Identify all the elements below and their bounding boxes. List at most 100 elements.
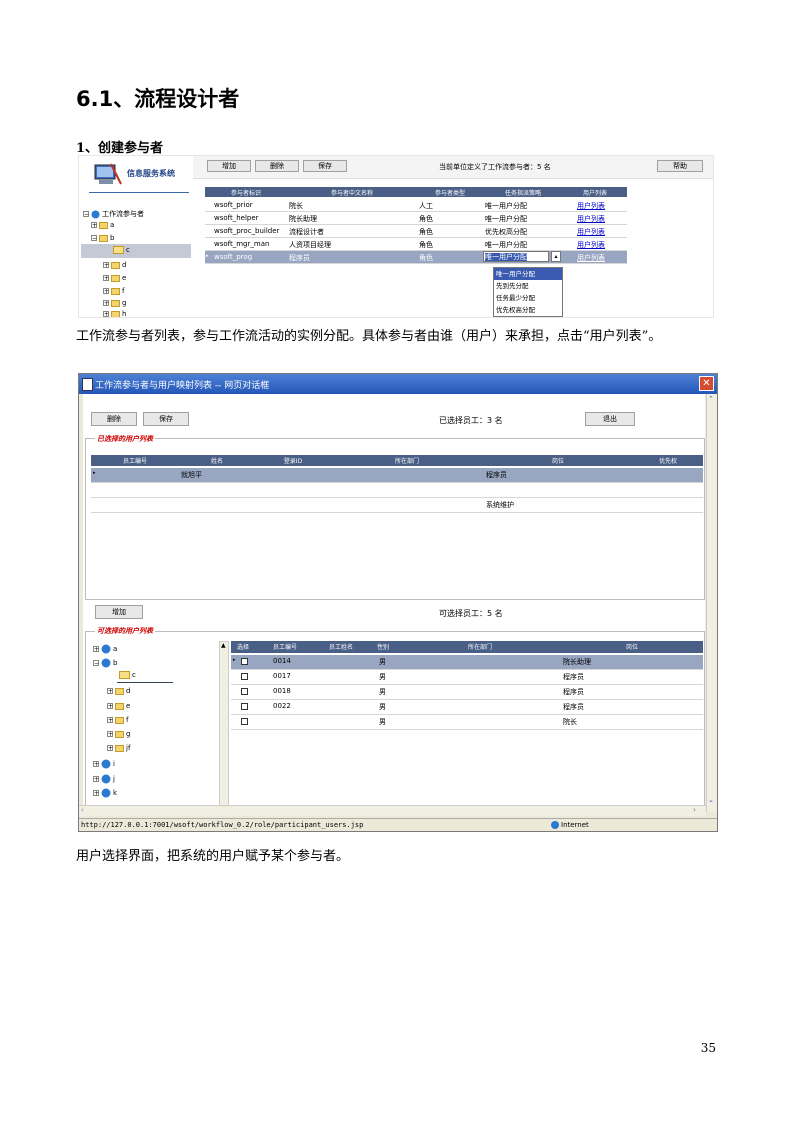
- expand-icon[interactable]: +: [93, 790, 99, 797]
- toolbar: 增加 删除 保存 当前单位定义了工作流参与者：5 名 帮助: [193, 156, 713, 179]
- vertical-scrollbar[interactable]: ⌃ ⌄: [706, 394, 717, 812]
- tree-item-e[interactable]: + e: [103, 274, 126, 282]
- expand-icon[interactable]: +: [103, 262, 109, 269]
- user-list-link[interactable]: 用户列表: [577, 253, 605, 263]
- tree-item-h[interactable]: + h: [103, 310, 126, 317]
- add-button[interactable]: 增加: [207, 160, 251, 172]
- available-row[interactable]: 0018 男 程序员: [231, 685, 703, 700]
- available-row[interactable]: 0017 男 程序员: [231, 670, 703, 685]
- tree-item-c[interactable]: c: [113, 246, 130, 254]
- available-row[interactable]: 男 院长: [231, 715, 703, 730]
- expand-icon[interactable]: +: [91, 222, 97, 229]
- user-list-link[interactable]: 用户列表: [577, 240, 605, 250]
- scroll-left-icon[interactable]: ‹: [81, 806, 84, 814]
- tree-label: d: [122, 261, 127, 269]
- employee-number: 0018: [273, 687, 291, 695]
- dropdown-option[interactable]: 先到先分配: [494, 280, 562, 292]
- available-row[interactable]: 0022 男 程序员: [231, 700, 703, 715]
- employee-post: 程序员: [563, 673, 584, 681]
- save-button[interactable]: 保存: [303, 160, 347, 172]
- select-checkbox[interactable]: [241, 688, 248, 695]
- tree-item-d[interactable]: + d: [107, 687, 130, 695]
- column-header: 性别: [376, 644, 389, 651]
- employee-post: 院长: [563, 718, 577, 726]
- horizontal-scrollbar[interactable]: ‹ ›: [79, 805, 706, 816]
- delete-button[interactable]: 删除: [91, 412, 137, 426]
- expand-icon[interactable]: +: [107, 717, 113, 724]
- expand-icon[interactable]: +: [107, 688, 113, 695]
- expand-icon[interactable]: +: [107, 731, 113, 738]
- save-button[interactable]: 保存: [143, 412, 189, 426]
- table-row[interactable]: wsoft_helper 院长助理 角色 唯一用户分配 用户列表: [205, 212, 627, 225]
- select-checkbox[interactable]: [241, 673, 248, 680]
- expand-icon[interactable]: +: [103, 300, 109, 307]
- tree-item-d[interactable]: + d: [103, 261, 126, 269]
- tree-item-a[interactable]: + a: [91, 221, 114, 229]
- user-list-link[interactable]: 用户列表: [577, 201, 605, 211]
- selected-row[interactable]: [91, 483, 703, 498]
- help-button[interactable]: 帮助: [657, 160, 703, 172]
- strategy-select[interactable]: 唯一用户分配: [483, 251, 549, 262]
- expand-icon[interactable]: +: [103, 275, 109, 282]
- tree-item-f[interactable]: + f: [103, 287, 124, 295]
- selected-row[interactable]: ▸ 就旭平 程序员: [91, 468, 703, 483]
- table-row[interactable]: wsoft_proc_builder 流程设计者 角色 优先权高分配 用户列表: [205, 225, 627, 238]
- user-name: 就旭平: [181, 471, 202, 479]
- scroll-up-icon[interactable]: ⌃: [708, 395, 714, 403]
- tree-root-label: 工作流参与者: [102, 210, 144, 218]
- tree-item-e[interactable]: + e: [107, 702, 130, 710]
- dropdown-option[interactable]: 唯一用户分配: [494, 268, 562, 280]
- globe-icon: [101, 788, 111, 798]
- tree-item-b[interactable]: − b: [91, 234, 114, 242]
- tree-item-jf[interactable]: + jf: [107, 744, 130, 752]
- tree-item-j[interactable]: + j: [93, 774, 115, 784]
- expand-icon[interactable]: +: [93, 776, 99, 783]
- select-checkbox[interactable]: [241, 703, 248, 710]
- scroll-right-icon[interactable]: ›: [693, 806, 696, 814]
- table-row-selected[interactable]: ▸ wsoft_prog 程序员 角色 唯一用户分配 ▴ 用户列表: [205, 251, 627, 264]
- table-row[interactable]: wsoft_mgr_man 人资项目经理 角色 唯一用户分配 用户列表: [205, 238, 627, 251]
- row-pointer-icon: ▸: [206, 253, 209, 259]
- expand-icon[interactable]: +: [103, 311, 109, 317]
- dropdown-option[interactable]: 优先权高分配: [494, 304, 562, 316]
- selected-row[interactable]: 系统维护: [91, 498, 703, 513]
- tree-scrollbar[interactable]: ▲: [219, 641, 229, 811]
- participant-id: wsoft_helper: [214, 214, 259, 222]
- globe-icon: [101, 774, 111, 784]
- tree-item-b[interactable]: − b: [93, 658, 117, 668]
- tree-root[interactable]: − 工作流参与者: [83, 209, 144, 219]
- tree-item-c[interactable]: c: [119, 671, 136, 679]
- expand-icon[interactable]: +: [107, 745, 113, 752]
- expand-icon[interactable]: +: [107, 703, 113, 710]
- delete-button[interactable]: 删除: [255, 160, 299, 172]
- user-list-link[interactable]: 用户列表: [577, 227, 605, 237]
- tree-item-a[interactable]: + a: [93, 644, 117, 654]
- collapse-icon[interactable]: −: [93, 660, 99, 667]
- tree-item-k[interactable]: + k: [93, 788, 117, 798]
- expand-icon[interactable]: +: [103, 288, 109, 295]
- tree-item-g[interactable]: + g: [107, 730, 130, 738]
- globe-icon: [101, 658, 111, 668]
- left-panel: 信息服务系统 − 工作流参与者 + a − b c + d + e + f + g + h: [79, 156, 193, 317]
- expand-icon[interactable]: +: [93, 646, 99, 653]
- tree-item-g[interactable]: + g: [103, 299, 126, 307]
- select-checkbox[interactable]: [241, 718, 248, 725]
- dropdown-arrow-icon[interactable]: ▴: [551, 251, 561, 262]
- add-button[interactable]: 增加: [95, 605, 143, 619]
- available-row[interactable]: ▸ 0014 男 院长助理: [231, 655, 703, 670]
- collapse-icon[interactable]: −: [91, 235, 97, 242]
- tree-item-f[interactable]: + f: [107, 716, 128, 724]
- column-header: 参与者标识: [230, 190, 261, 197]
- collapse-icon[interactable]: −: [83, 211, 89, 218]
- table-row[interactable]: wsoft_prior 院长 人工 唯一用户分配 用户列表: [205, 199, 627, 212]
- exit-button[interactable]: 退出: [585, 412, 635, 426]
- scroll-up-icon[interactable]: ▲: [221, 642, 226, 649]
- scroll-down-icon[interactable]: ⌄: [708, 796, 714, 804]
- select-checkbox[interactable]: [241, 658, 248, 665]
- dropdown-option[interactable]: 任务最少分配: [494, 292, 562, 304]
- expand-icon[interactable]: +: [93, 761, 99, 768]
- strategy-dropdown-list[interactable]: 唯一用户分配 先到先分配 任务最少分配 优先权高分配: [493, 267, 563, 317]
- user-list-link[interactable]: 用户列表: [577, 214, 605, 224]
- tree-item-i[interactable]: + i: [93, 759, 115, 769]
- close-button[interactable]: ✕: [699, 376, 714, 391]
